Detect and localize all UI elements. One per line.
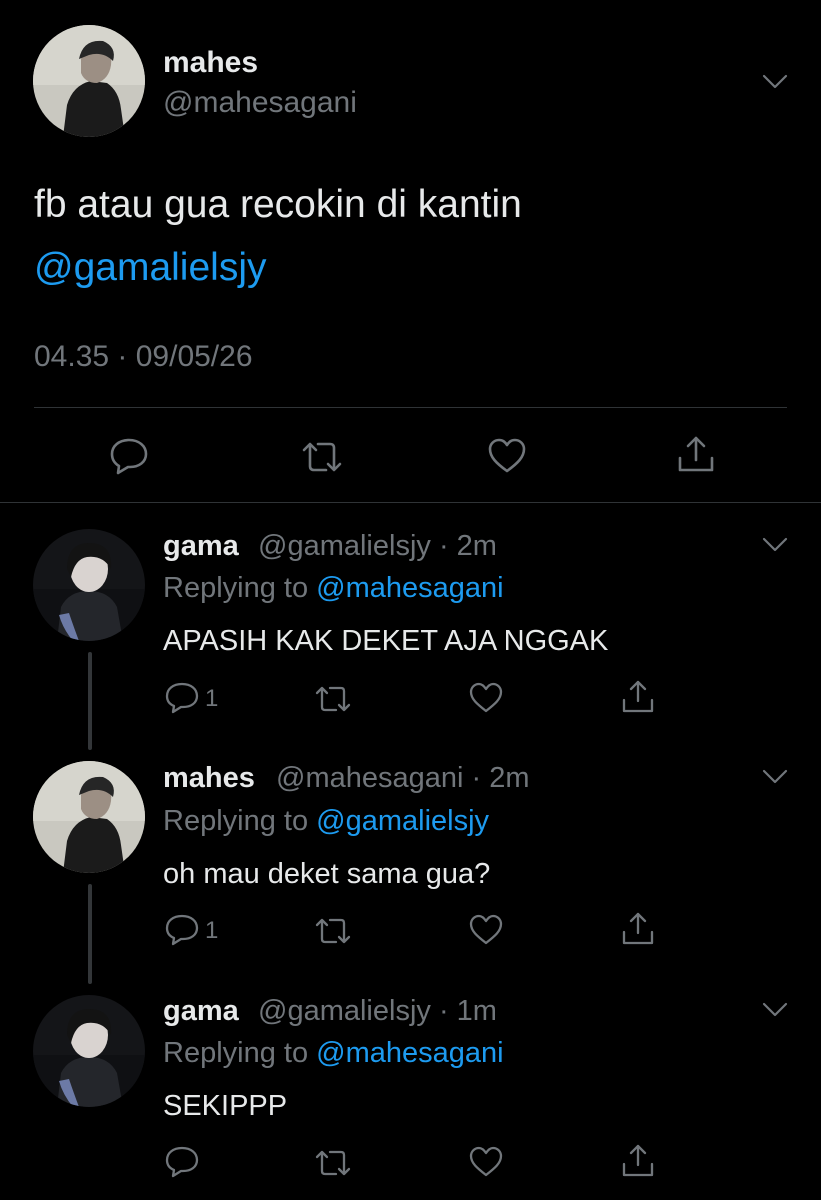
timestamp: 04.35 · 09/05/26	[34, 340, 253, 373]
reply-icon[interactable]	[164, 681, 200, 715]
replying-to: Replying to @mahesagani	[163, 572, 504, 605]
handle-time[interactable]: @mahesagani · 2m	[276, 762, 530, 795]
chevron-down-icon[interactable]	[761, 767, 789, 787]
divider	[34, 407, 787, 408]
replying-to: Replying to @gamalielsjy	[163, 805, 489, 838]
replying-prefix: Replying to	[163, 805, 309, 837]
mention-link[interactable]: @gamalielsjy	[34, 243, 267, 293]
handle[interactable]: @mahesagani	[163, 86, 357, 120]
mention-link[interactable]: @gamalielsjy	[316, 805, 489, 837]
replying-to: Replying to @mahesagani	[163, 1037, 504, 1070]
reply-icon[interactable]	[164, 1145, 200, 1179]
divider	[0, 502, 821, 503]
avatar[interactable]	[33, 529, 145, 641]
replying-prefix: Replying to	[163, 572, 309, 604]
like-icon[interactable]	[468, 913, 504, 947]
tweet-text: SEKIPPP	[163, 1090, 288, 1122]
avatar[interactable]	[33, 761, 145, 873]
mention-link[interactable]: @mahesagani	[316, 1037, 503, 1069]
retweet-icon[interactable]	[314, 915, 352, 947]
retweet-icon[interactable]	[300, 438, 344, 476]
tweet-text: APASIH KAK DEKET AJA NGGAK	[163, 625, 609, 657]
tweet-text: oh mau deket sama gua?	[163, 858, 491, 890]
display-name[interactable]: mahes	[163, 762, 255, 795]
thread-line	[88, 652, 92, 750]
display-name[interactable]: gama	[163, 995, 239, 1028]
thread-line	[88, 884, 92, 984]
like-icon[interactable]	[468, 1145, 504, 1179]
mention-link[interactable]: @mahesagani	[316, 572, 503, 604]
like-icon[interactable]	[486, 436, 528, 476]
reply-count: 1	[205, 685, 219, 712]
chevron-down-icon[interactable]	[761, 535, 789, 555]
reply-icon[interactable]	[164, 913, 200, 947]
display-name[interactable]: gama	[163, 530, 239, 563]
share-icon[interactable]	[620, 679, 656, 715]
chevron-down-icon[interactable]	[761, 1000, 789, 1020]
handle-time[interactable]: @gamalielsjy · 1m	[258, 995, 497, 1028]
avatar[interactable]	[33, 25, 145, 137]
display-name[interactable]: mahes	[163, 46, 258, 80]
avatar[interactable]	[33, 995, 145, 1107]
reply-count: 1	[205, 917, 219, 944]
share-icon[interactable]	[675, 434, 717, 476]
chevron-down-icon[interactable]	[761, 72, 789, 92]
retweet-icon[interactable]	[314, 1147, 352, 1179]
like-icon[interactable]	[468, 681, 504, 715]
tweet-text: fb atau gua recokin di kantin	[34, 183, 522, 226]
handle-time[interactable]: @gamalielsjy · 2m	[258, 530, 497, 563]
retweet-icon[interactable]	[314, 683, 352, 715]
reply-icon[interactable]	[108, 436, 150, 476]
share-icon[interactable]	[620, 911, 656, 947]
replying-prefix: Replying to	[163, 1037, 309, 1069]
share-icon[interactable]	[620, 1143, 656, 1179]
